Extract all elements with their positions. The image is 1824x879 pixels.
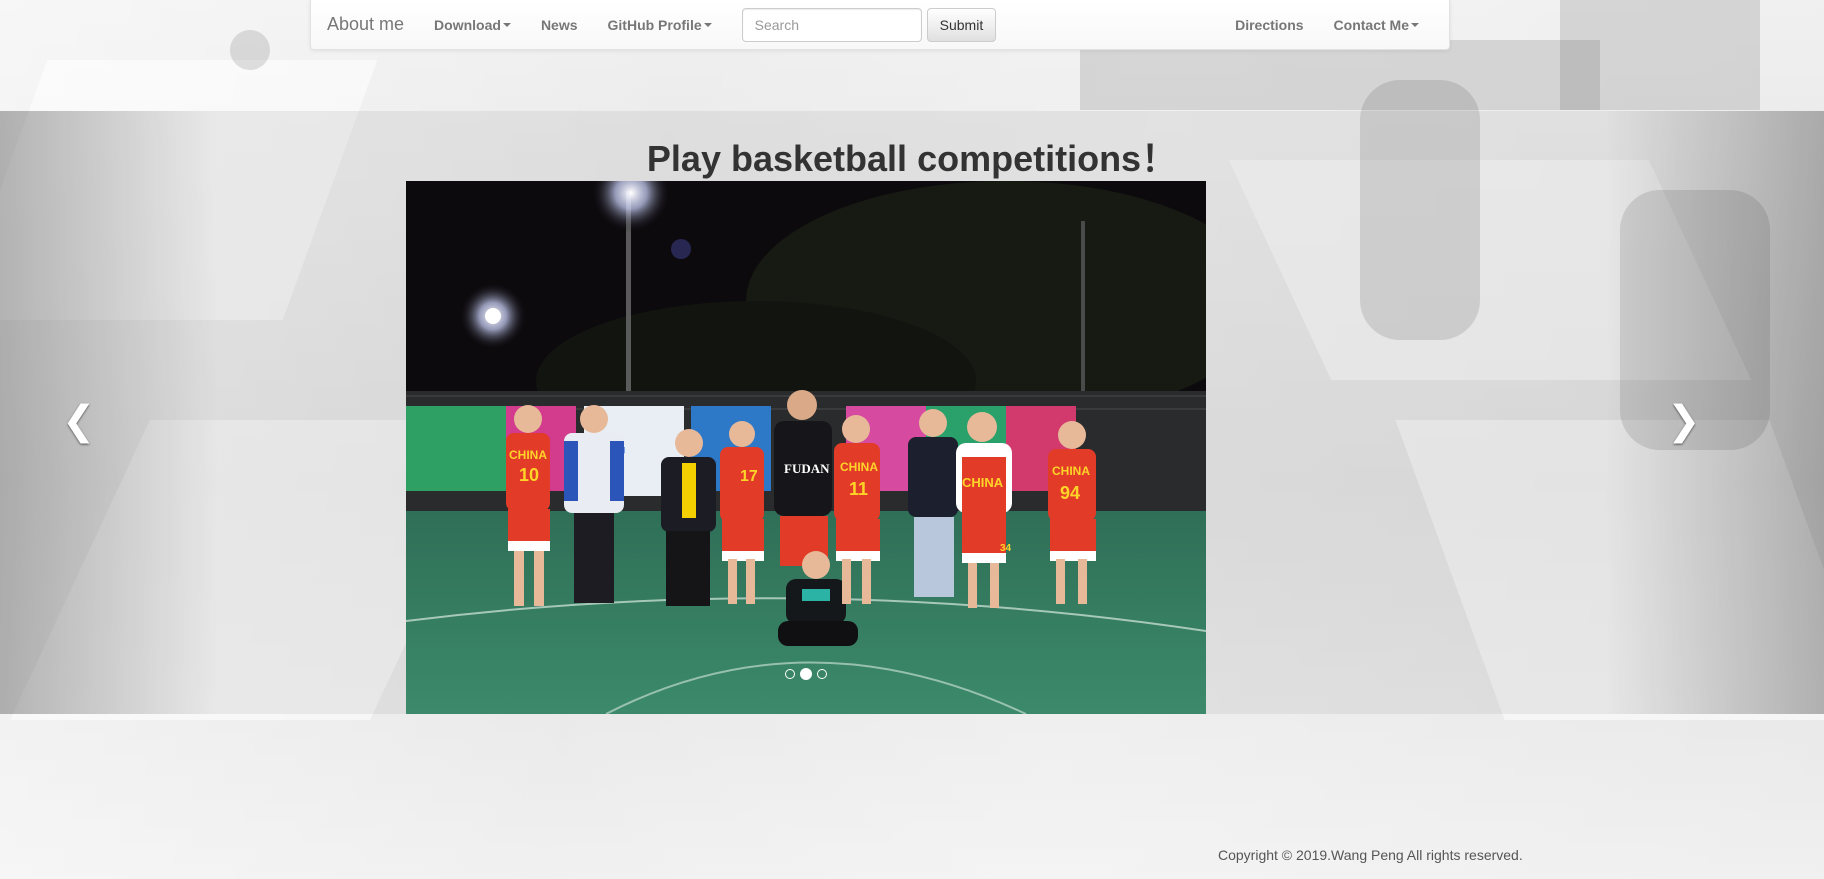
footer-copyright: Copyright © 2019.Wang Peng All rights re…	[1218, 847, 1523, 863]
carousel-photo: 5G CHINA 10	[406, 181, 1206, 714]
nav-github-label: GitHub Profile	[607, 16, 702, 33]
nav-directions[interactable]: Directions	[1220, 0, 1318, 49]
svg-text:CHINA: CHINA	[509, 448, 547, 462]
hoodie-text: FUDAN	[784, 461, 830, 476]
nav-contact-label: Contact Me	[1333, 16, 1409, 33]
navbar: About me Download News GitHub Profile Su…	[310, 0, 1450, 50]
svg-text:CHINA: CHINA	[840, 460, 878, 474]
carousel-prev-arrow-icon[interactable]: ❮	[62, 401, 96, 441]
carousel-indicator-1[interactable]	[785, 669, 795, 679]
nav-news[interactable]: News	[526, 0, 593, 49]
carousel-next-arrow-icon[interactable]: ❯	[1667, 401, 1701, 441]
basketball-team-photo: 5G CHINA 10	[406, 181, 1206, 714]
carousel: Play basketball competitions！ ❮ ❯ CHINA …	[0, 111, 1824, 714]
caret-down-icon	[703, 22, 712, 27]
carousel-caption: Play basketball competitions！	[646, 138, 1178, 179]
submit-button[interactable]: Submit	[926, 7, 997, 42]
carousel-indicator-3[interactable]	[817, 669, 827, 679]
carousel-indicator-2[interactable]	[800, 668, 812, 680]
nav-contact-dropdown[interactable]: Contact Me	[1319, 0, 1434, 49]
nav-github-dropdown[interactable]: GitHub Profile	[593, 0, 727, 49]
nav-download-dropdown[interactable]: Download	[419, 0, 526, 49]
svg-text:CHINA: CHINA	[962, 475, 1004, 490]
brand-link[interactable]: About me	[311, 14, 419, 35]
svg-text:10: 10	[519, 465, 539, 485]
svg-text:17: 17	[740, 468, 758, 485]
nav-download-label: Download	[434, 16, 501, 33]
svg-text:94: 94	[1060, 483, 1080, 503]
search-input[interactable]	[741, 7, 922, 42]
caret-down-icon	[1411, 22, 1419, 27]
svg-text:34: 34	[1000, 543, 1012, 554]
carousel-indicators	[406, 668, 1206, 680]
svg-text:CHINA: CHINA	[1052, 464, 1090, 478]
caret-down-icon	[502, 22, 511, 27]
svg-text:11: 11	[849, 479, 868, 499]
nav-right: Directions Contact Me	[1220, 0, 1434, 49]
